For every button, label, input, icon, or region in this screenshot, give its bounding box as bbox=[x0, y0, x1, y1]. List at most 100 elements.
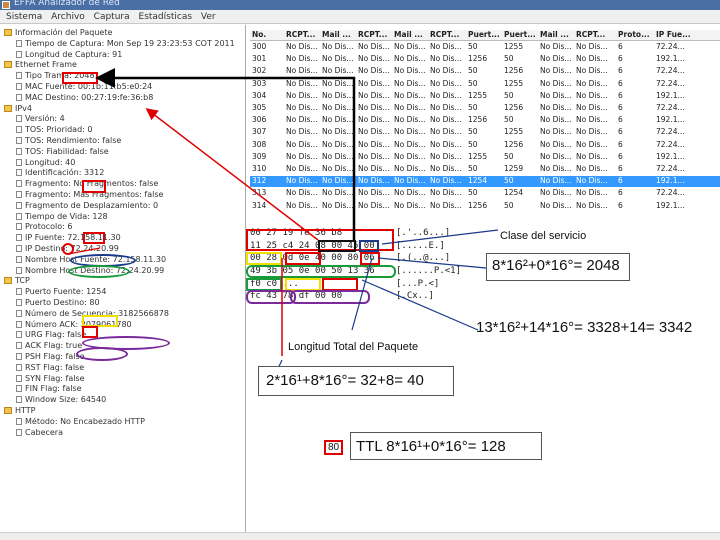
tree-folder[interactable]: Ethernet Frame bbox=[4, 60, 77, 70]
column-header[interactable]: No. bbox=[252, 30, 266, 39]
tree-leaf[interactable]: TOS: Prioridad: 0 bbox=[16, 125, 93, 135]
table-cell: No Dis... bbox=[576, 188, 608, 198]
table-cell: No Dis... bbox=[430, 164, 462, 173]
tree-leaf[interactable]: Puerto Fuente: 1254 bbox=[16, 287, 106, 297]
table-row[interactable]: 306 No Dis... No Dis... No Dis... No Dis... N… bbox=[250, 115, 720, 126]
tree-leaf[interactable]: Fragmento de Desplazamiento: 0 bbox=[16, 201, 158, 211]
document-icon bbox=[16, 353, 22, 360]
table-cell: 306 bbox=[252, 115, 267, 125]
table-cell: 1255 bbox=[504, 127, 524, 137]
table-cell: No Dis... bbox=[286, 188, 318, 198]
table-row[interactable]: 307 No Dis... No Dis... No Dis... No Dis... N… bbox=[250, 127, 720, 138]
tree-folder[interactable]: IPv4 bbox=[4, 104, 32, 114]
column-header[interactable]: Proto... bbox=[618, 30, 650, 39]
tree-folder[interactable]: TCP bbox=[4, 276, 30, 286]
column-header[interactable]: IP Fue... bbox=[656, 30, 691, 39]
table-row[interactable]: 314 No Dis... No Dis... No Dis... No Dis... N… bbox=[250, 201, 720, 212]
table-cell: 50 bbox=[468, 42, 478, 51]
table-row[interactable]: 309 No Dis... No Dis... No Dis... No Dis... N… bbox=[250, 152, 720, 163]
tree-leaf[interactable]: TOS: Fiabilidad: false bbox=[16, 147, 109, 157]
table-cell: 1256 bbox=[504, 66, 524, 76]
tree-leaf[interactable]: Longitud: 40 bbox=[16, 158, 75, 168]
tree-folder[interactable]: HTTP bbox=[4, 406, 35, 416]
table-cell: 6 bbox=[618, 90, 623, 100]
tree-leaf[interactable]: Versión: 4 bbox=[16, 114, 65, 124]
menu-sistema[interactable]: Sistema bbox=[6, 12, 42, 22]
table-cell: No Dis... bbox=[358, 151, 390, 161]
tree-leaf[interactable]: Identificación: 3312 bbox=[16, 168, 104, 178]
tree-leaf[interactable]: Tiempo de Captura: Mon Sep 19 23:23:53 C… bbox=[16, 39, 235, 49]
column-header[interactable]: Mail ... bbox=[540, 30, 569, 39]
table-row[interactable]: 308 No Dis... No Dis... No Dis... No Dis... N… bbox=[250, 140, 720, 151]
table-row[interactable]: 300 No Dis... No Dis... No Dis... No Dis... N… bbox=[250, 42, 720, 53]
tree-leaf[interactable]: MAC Destino: 00:27:19:fe:36:b8 bbox=[16, 93, 153, 103]
table-cell: 302 bbox=[252, 66, 267, 76]
table-cell: No Dis... bbox=[358, 139, 390, 149]
tree-leaf[interactable]: Protocolo: 6 bbox=[16, 222, 72, 232]
table-row[interactable]: 302 No Dis... No Dis... No Dis... No Dis... N… bbox=[250, 66, 720, 77]
column-header[interactable]: Puert... bbox=[504, 30, 536, 39]
table-cell: No Dis... bbox=[358, 115, 390, 125]
tree-leaf[interactable]: SYN Flag: false bbox=[16, 374, 85, 384]
table-row[interactable]: 312 No Dis... No Dis... No Dis... No Dis... N… bbox=[250, 176, 720, 187]
table-row[interactable]: 304 No Dis... No Dis... No Dis... No Dis... N… bbox=[250, 91, 720, 102]
menu-estadisticas[interactable]: Estadísticas bbox=[139, 12, 193, 22]
highlight-ip-destino bbox=[68, 265, 130, 278]
column-header[interactable]: Mail ... bbox=[322, 30, 351, 39]
table-cell: 6 bbox=[618, 54, 623, 64]
table-cell: No Dis... bbox=[576, 90, 608, 100]
tree-label: Puerto Destino: 80 bbox=[25, 298, 100, 307]
tree-leaf[interactable]: RST Flag: false bbox=[16, 363, 84, 373]
table-cell: No Dis... bbox=[322, 90, 354, 100]
table-cell: No Dis... bbox=[322, 78, 354, 88]
table-cell: 1256 bbox=[468, 200, 488, 210]
column-header[interactable]: Puert... bbox=[468, 30, 500, 39]
tree-leaf[interactable]: PSH Flag: false bbox=[16, 352, 85, 362]
table-row[interactable]: 313 No Dis... No Dis... No Dis... No Dis... N… bbox=[250, 188, 720, 199]
tree-leaf[interactable]: Puerto Destino: 80 bbox=[16, 298, 100, 308]
table-cell: No Dis... bbox=[286, 139, 318, 149]
table-cell: 6 bbox=[618, 42, 623, 51]
column-header[interactable]: RCPT... bbox=[576, 30, 605, 39]
table-cell: 72.24... bbox=[656, 42, 685, 51]
table-cell: 6 bbox=[618, 188, 623, 198]
table-cell: No Dis... bbox=[540, 176, 572, 186]
table-row[interactable]: 310 No Dis... No Dis... No Dis... No Dis... N… bbox=[250, 164, 720, 175]
table-cell: 6 bbox=[618, 164, 623, 173]
column-header[interactable]: RCPT... bbox=[286, 30, 315, 39]
status-bar bbox=[0, 532, 720, 540]
table-cell: 192.1... bbox=[656, 90, 685, 100]
tree-leaf[interactable]: FIN Flag: false bbox=[16, 384, 82, 394]
tree-folder[interactable]: Información del Paquete bbox=[4, 28, 112, 38]
tree-leaf[interactable]: Longitud de Captura: 91 bbox=[16, 50, 122, 60]
table-cell: No Dis... bbox=[394, 90, 426, 100]
tree-label: Fragmento de Desplazamiento: 0 bbox=[25, 200, 159, 210]
table-cell: 192.1... bbox=[656, 151, 685, 161]
tree-leaf[interactable]: ACK Flag: true bbox=[16, 341, 82, 351]
tree-label: SYN Flag: false bbox=[25, 373, 85, 383]
document-icon bbox=[16, 169, 22, 177]
column-header[interactable]: RCPT... bbox=[430, 30, 459, 39]
tree-leaf[interactable]: Window Size: 64540 bbox=[16, 395, 106, 405]
table-row[interactable]: 305 No Dis... No Dis... No Dis... No Dis... N… bbox=[250, 103, 720, 114]
table-row[interactable]: 301 No Dis... No Dis... No Dis... No Dis... N… bbox=[250, 54, 720, 65]
table-cell: 1254 bbox=[504, 188, 524, 198]
table-cell: 1255 bbox=[468, 151, 488, 161]
tree-leaf[interactable]: Cabecera bbox=[16, 428, 63, 438]
tree-leaf[interactable]: URG Flag: false bbox=[16, 330, 86, 340]
tree-leaf[interactable]: Método: No Encabezado HTTP bbox=[16, 417, 145, 427]
table-cell: No Dis... bbox=[358, 164, 390, 173]
tree-leaf[interactable]: Tiempo de Vida: 128 bbox=[16, 212, 108, 222]
document-icon bbox=[16, 212, 22, 220]
menu-archivo[interactable]: Archivo bbox=[51, 12, 85, 22]
highlight-puerto-destino bbox=[82, 326, 98, 338]
tree-label: Protocolo: 6 bbox=[25, 222, 73, 232]
column-header[interactable]: Mail ... bbox=[394, 30, 423, 39]
table-row[interactable]: 303 No Dis... No Dis... No Dis... No Dis... N… bbox=[250, 79, 720, 90]
tree-label: Window Size: 64540 bbox=[25, 395, 107, 405]
tree-label: URG Flag: false bbox=[25, 330, 87, 340]
tree-leaf[interactable]: TOS: Rendimiento: false bbox=[16, 136, 121, 146]
menu-captura[interactable]: Captura bbox=[94, 12, 130, 22]
menu-ver[interactable]: Ver bbox=[201, 12, 216, 22]
column-header[interactable]: RCPT... bbox=[358, 30, 387, 39]
